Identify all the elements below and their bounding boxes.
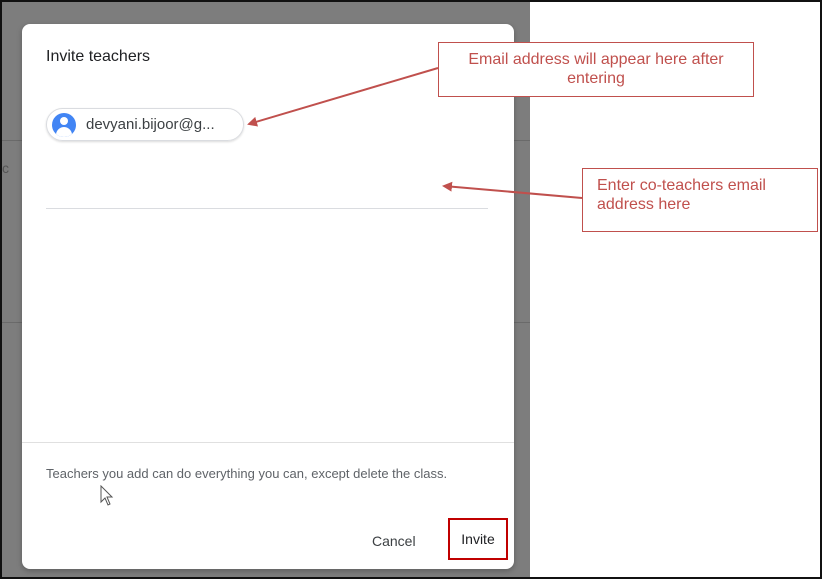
- annotation-arrows: [247, 67, 583, 199]
- arrow-to-input: [442, 181, 583, 199]
- arrow-to-chip: [247, 67, 439, 127]
